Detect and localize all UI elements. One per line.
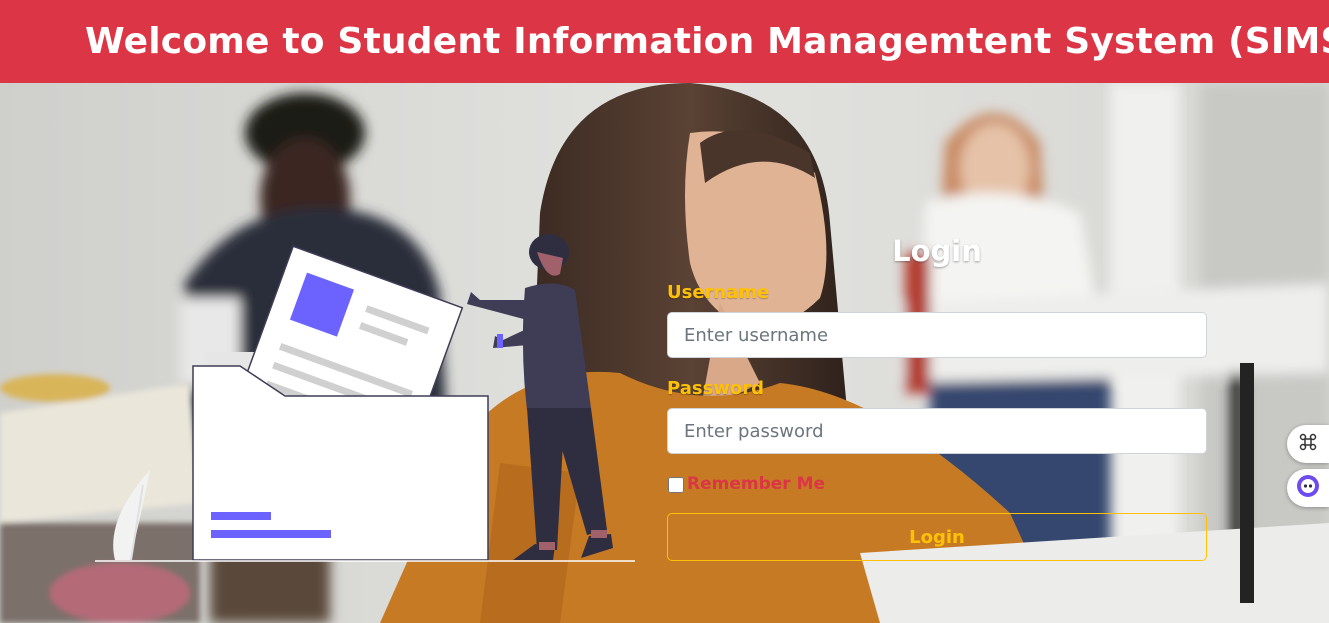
page-title: Welcome to Student Information Managemte… <box>85 21 1329 62</box>
assistant-icon <box>1296 474 1320 502</box>
page-header: Welcome to Student Information Managemte… <box>0 0 1329 83</box>
remember-me-label[interactable]: Remember Me <box>687 474 825 494</box>
person-filing-document-illustration <box>95 230 655 574</box>
username-input[interactable] <box>667 312 1207 358</box>
login-button[interactable]: Login <box>667 513 1207 561</box>
username-label: Username <box>667 282 770 303</box>
assistant-widget-button[interactable] <box>1287 469 1329 507</box>
login-heading: Login <box>892 234 982 268</box>
command-widget-button[interactable] <box>1287 425 1329 463</box>
password-label: Password <box>667 378 765 399</box>
remember-me-checkbox[interactable] <box>668 477 684 493</box>
password-input[interactable] <box>667 408 1207 454</box>
command-icon <box>1299 433 1317 455</box>
